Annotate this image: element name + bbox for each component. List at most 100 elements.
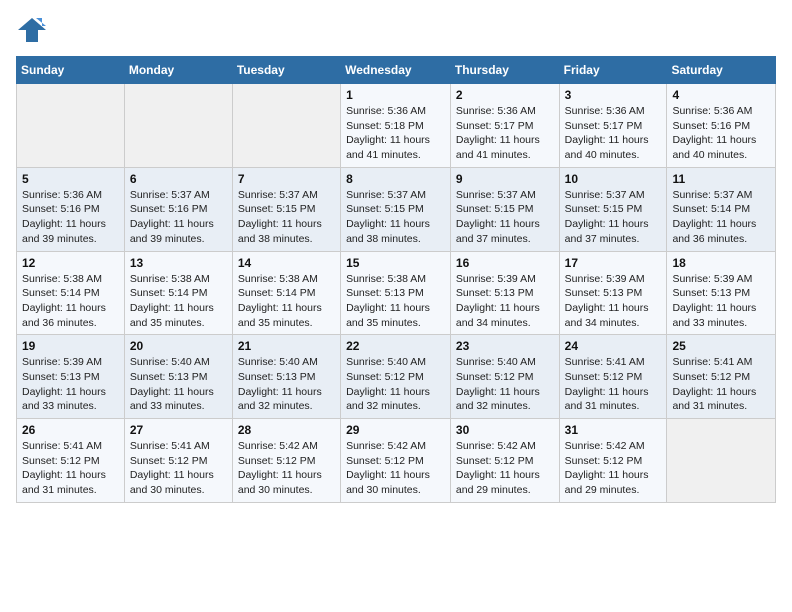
day-number: 22	[346, 339, 445, 353]
day-number: 24	[565, 339, 662, 353]
day-number: 5	[22, 172, 119, 186]
day-number: 9	[456, 172, 554, 186]
day-number: 18	[672, 256, 770, 270]
day-cell: 4 Sunrise: 5:36 AM Sunset: 5:16 PM Daylig…	[667, 84, 776, 168]
day-cell: 7 Sunrise: 5:37 AM Sunset: 5:15 PM Daylig…	[232, 167, 340, 251]
day-number: 31	[565, 423, 662, 437]
day-cell: 26Sunrise: 5:41 AM Sunset: 5:12 PM Dayli…	[17, 419, 125, 503]
day-cell: 3 Sunrise: 5:36 AM Sunset: 5:17 PM Daylig…	[559, 84, 667, 168]
day-number: 7	[238, 172, 335, 186]
day-info: Sunrise: 5:39 AM Sunset: 5:13 PM Dayligh…	[672, 272, 770, 331]
day-info: Sunrise: 5:42 AM Sunset: 5:12 PM Dayligh…	[238, 439, 335, 498]
week-row-1: 1 Sunrise: 5:36 AM Sunset: 5:18 PM Daylig…	[17, 84, 776, 168]
day-cell	[667, 419, 776, 503]
day-info: Sunrise: 5:38 AM Sunset: 5:14 PM Dayligh…	[238, 272, 335, 331]
day-info: Sunrise: 5:38 AM Sunset: 5:14 PM Dayligh…	[130, 272, 227, 331]
week-row-4: 19Sunrise: 5:39 AM Sunset: 5:13 PM Dayli…	[17, 335, 776, 419]
day-info: Sunrise: 5:37 AM Sunset: 5:15 PM Dayligh…	[238, 188, 335, 247]
header-cell-sunday: Sunday	[17, 57, 125, 84]
day-cell: 19Sunrise: 5:39 AM Sunset: 5:13 PM Dayli…	[17, 335, 125, 419]
day-info: Sunrise: 5:41 AM Sunset: 5:12 PM Dayligh…	[672, 355, 770, 414]
day-cell: 29 Sunrise: 5:42 AM Sunset: 5:12 PM Dayli…	[341, 419, 451, 503]
header-row: SundayMondayTuesdayWednesdayThursdayFrid…	[17, 57, 776, 84]
day-number: 13	[130, 256, 227, 270]
day-cell: 27 Sunrise: 5:41 AM Sunset: 5:12 PM Dayli…	[124, 419, 232, 503]
day-info: Sunrise: 5:36 AM Sunset: 5:17 PM Dayligh…	[456, 104, 554, 163]
day-number: 25	[672, 339, 770, 353]
day-number: 6	[130, 172, 227, 186]
day-cell: 21 Sunrise: 5:40 AM Sunset: 5:13 PM Dayli…	[232, 335, 340, 419]
day-cell	[232, 84, 340, 168]
day-cell: 16Sunrise: 5:39 AM Sunset: 5:13 PM Dayli…	[450, 251, 559, 335]
day-cell: 31 Sunrise: 5:42 AM Sunset: 5:12 PM Dayli…	[559, 419, 667, 503]
day-number: 28	[238, 423, 335, 437]
day-cell: 20 Sunrise: 5:40 AM Sunset: 5:13 PM Dayli…	[124, 335, 232, 419]
day-cell: 8 Sunrise: 5:37 AM Sunset: 5:15 PM Daylig…	[341, 167, 451, 251]
day-info: Sunrise: 5:42 AM Sunset: 5:12 PM Dayligh…	[565, 439, 662, 498]
day-cell: 24 Sunrise: 5:41 AM Sunset: 5:12 PM Dayli…	[559, 335, 667, 419]
day-info: Sunrise: 5:37 AM Sunset: 5:15 PM Dayligh…	[456, 188, 554, 247]
day-info: Sunrise: 5:39 AM Sunset: 5:13 PM Dayligh…	[565, 272, 662, 331]
day-info: Sunrise: 5:42 AM Sunset: 5:12 PM Dayligh…	[346, 439, 445, 498]
calendar-header: SundayMondayTuesdayWednesdayThursdayFrid…	[17, 57, 776, 84]
day-info: Sunrise: 5:41 AM Sunset: 5:12 PM Dayligh…	[22, 439, 119, 498]
day-cell: 11 Sunrise: 5:37 AM Sunset: 5:14 PM Dayli…	[667, 167, 776, 251]
day-info: Sunrise: 5:36 AM Sunset: 5:16 PM Dayligh…	[672, 104, 770, 163]
day-info: Sunrise: 5:42 AM Sunset: 5:12 PM Dayligh…	[456, 439, 554, 498]
header-cell-wednesday: Wednesday	[341, 57, 451, 84]
day-cell: 14Sunrise: 5:38 AM Sunset: 5:14 PM Dayli…	[232, 251, 340, 335]
calendar-table: SundayMondayTuesdayWednesdayThursdayFrid…	[16, 56, 776, 503]
day-cell: 10Sunrise: 5:37 AM Sunset: 5:15 PM Dayli…	[559, 167, 667, 251]
header-cell-tuesday: Tuesday	[232, 57, 340, 84]
day-info: Sunrise: 5:40 AM Sunset: 5:13 PM Dayligh…	[238, 355, 335, 414]
day-cell: 18 Sunrise: 5:39 AM Sunset: 5:13 PM Dayli…	[667, 251, 776, 335]
day-cell: 13 Sunrise: 5:38 AM Sunset: 5:14 PM Dayli…	[124, 251, 232, 335]
day-number: 17	[565, 256, 662, 270]
day-number: 10	[565, 172, 662, 186]
day-number: 1	[346, 88, 445, 102]
day-number: 29	[346, 423, 445, 437]
day-cell: 22Sunrise: 5:40 AM Sunset: 5:12 PM Dayli…	[341, 335, 451, 419]
day-info: Sunrise: 5:36 AM Sunset: 5:18 PM Dayligh…	[346, 104, 445, 163]
day-info: Sunrise: 5:38 AM Sunset: 5:13 PM Dayligh…	[346, 272, 445, 331]
day-number: 20	[130, 339, 227, 353]
day-info: Sunrise: 5:39 AM Sunset: 5:13 PM Dayligh…	[22, 355, 119, 414]
header-cell-friday: Friday	[559, 57, 667, 84]
week-row-2: 5Sunrise: 5:36 AM Sunset: 5:16 PM Daylig…	[17, 167, 776, 251]
logo-icon	[16, 16, 48, 44]
day-cell: 28 Sunrise: 5:42 AM Sunset: 5:12 PM Dayli…	[232, 419, 340, 503]
day-number: 30	[456, 423, 554, 437]
day-info: Sunrise: 5:40 AM Sunset: 5:13 PM Dayligh…	[130, 355, 227, 414]
day-info: Sunrise: 5:38 AM Sunset: 5:14 PM Dayligh…	[22, 272, 119, 331]
week-row-5: 26Sunrise: 5:41 AM Sunset: 5:12 PM Dayli…	[17, 419, 776, 503]
day-cell: 23Sunrise: 5:40 AM Sunset: 5:12 PM Dayli…	[450, 335, 559, 419]
day-info: Sunrise: 5:41 AM Sunset: 5:12 PM Dayligh…	[130, 439, 227, 498]
day-cell: 6 Sunrise: 5:37 AM Sunset: 5:16 PM Daylig…	[124, 167, 232, 251]
day-number: 4	[672, 88, 770, 102]
day-info: Sunrise: 5:41 AM Sunset: 5:12 PM Dayligh…	[565, 355, 662, 414]
day-number: 12	[22, 256, 119, 270]
day-number: 15	[346, 256, 445, 270]
header-cell-thursday: Thursday	[450, 57, 559, 84]
day-info: Sunrise: 5:37 AM Sunset: 5:14 PM Dayligh…	[672, 188, 770, 247]
day-number: 3	[565, 88, 662, 102]
day-number: 27	[130, 423, 227, 437]
day-number: 8	[346, 172, 445, 186]
header-cell-monday: Monday	[124, 57, 232, 84]
day-cell: 30 Sunrise: 5:42 AM Sunset: 5:12 PM Dayli…	[450, 419, 559, 503]
logo	[16, 16, 52, 44]
day-number: 23	[456, 339, 554, 353]
day-cell: 1 Sunrise: 5:36 AM Sunset: 5:18 PM Daylig…	[341, 84, 451, 168]
day-info: Sunrise: 5:37 AM Sunset: 5:15 PM Dayligh…	[346, 188, 445, 247]
day-cell	[124, 84, 232, 168]
calendar-body: 1 Sunrise: 5:36 AM Sunset: 5:18 PM Daylig…	[17, 84, 776, 503]
day-number: 11	[672, 172, 770, 186]
day-cell: 15 Sunrise: 5:38 AM Sunset: 5:13 PM Dayli…	[341, 251, 451, 335]
day-info: Sunrise: 5:36 AM Sunset: 5:17 PM Dayligh…	[565, 104, 662, 163]
day-info: Sunrise: 5:37 AM Sunset: 5:16 PM Dayligh…	[130, 188, 227, 247]
day-cell	[17, 84, 125, 168]
day-cell: 17 Sunrise: 5:39 AM Sunset: 5:13 PM Dayli…	[559, 251, 667, 335]
day-number: 2	[456, 88, 554, 102]
day-cell: 5Sunrise: 5:36 AM Sunset: 5:16 PM Daylig…	[17, 167, 125, 251]
day-number: 21	[238, 339, 335, 353]
